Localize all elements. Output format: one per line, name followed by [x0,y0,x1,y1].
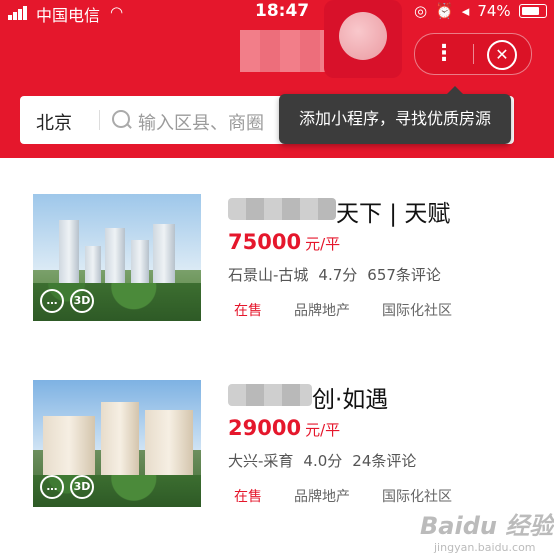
more-options-button[interactable]: ⋮ [415,34,473,74]
search-icon [112,110,130,128]
status-bar: 中国电信 ◠ 18:47 ◎ ⏰ ◂ 74% [0,0,554,26]
search-input[interactable]: 输入区县、商圈 [138,109,264,135]
avatar [324,0,402,78]
listing-thumbnail[interactable]: … 3D [33,194,201,321]
close-button[interactable]: ✕ [487,40,517,70]
search-divider [99,110,100,130]
tag-community: 国际化社区 [382,303,452,319]
blurred-app-title [240,30,330,72]
listing-meta: 大兴-采育 4.0分 24条评论 [228,452,417,470]
3d-view-icon: 3D [70,289,94,313]
carrier-label: 中国电信 [36,6,101,25]
add-mini-program-tooltip[interactable]: 添加小程序，寻找优质房源 [279,86,511,144]
tag-brand: 品牌地产 [294,489,350,505]
comment-icon: … [40,289,64,313]
app-header: 中国电信 ◠ 18:47 ◎ ⏰ ◂ 74% ⋮ ✕ 北京 输入区县、商圈 添加… [0,0,554,158]
capsule-divider [473,44,474,64]
listing-thumbnail[interactable]: … 3D [33,380,201,507]
blurred-name [228,198,336,220]
battery-percent: 74% [477,2,511,20]
listing-tags: 在售 品牌地产 国际化社区 [228,486,478,506]
3d-view-icon: 3D [70,475,94,499]
baidu-watermark: Baidu 经验 jingyan.baidu.com [420,512,554,554]
location-icon: ◂ [461,2,470,20]
rotation-lock-icon: ◎ [414,2,428,20]
mini-program-capsule: ⋮ ✕ [414,33,532,75]
listing-card[interactable]: … 3D 天下 | 天赋 75000 元/平 石景山-古城 4.7分 657条评论 在… [0,194,554,354]
signal-icon [8,6,32,20]
tag-on-sale: 在售 [234,303,262,319]
battery-icon [518,4,547,18]
blurred-name [228,384,312,406]
listing-tags: 在售 品牌地产 国际化社区 [228,300,478,320]
listing-price: 75000 元/平 [228,230,341,254]
tag-community: 国际化社区 [382,489,452,505]
alarm-icon: ⏰ [435,2,454,20]
listing-price: 29000 元/平 [228,416,341,440]
tag-on-sale: 在售 [234,489,262,505]
wifi-icon: ◠ [110,3,124,21]
city-selector[interactable]: 北京 [36,109,72,135]
tag-brand: 品牌地产 [294,303,350,319]
clock: 18:47 [255,1,310,21]
comment-icon: … [40,475,64,499]
listing-meta: 石景山-古城 4.7分 657条评论 [228,266,441,284]
